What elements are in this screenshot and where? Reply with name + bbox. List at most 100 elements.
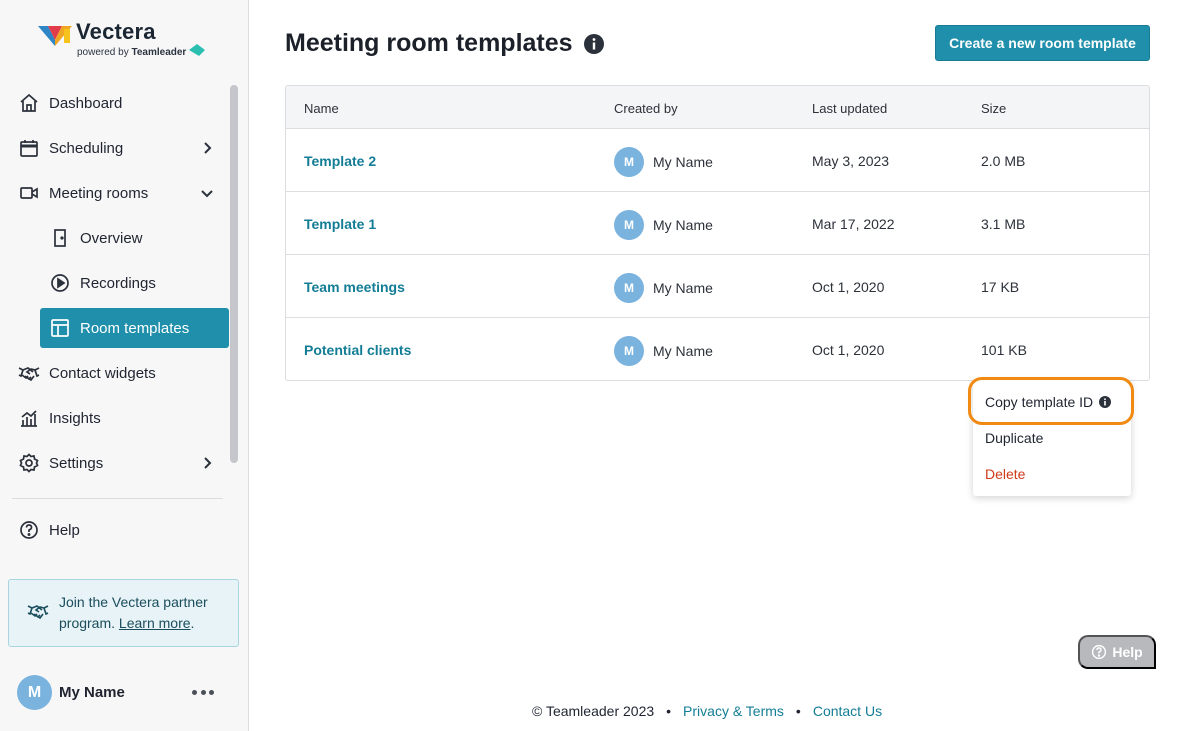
sidebar-item-overview[interactable]: Overview xyxy=(40,218,229,258)
handshake-icon xyxy=(18,362,40,384)
sidebar-item-label: Meeting rooms xyxy=(49,184,149,202)
handshake-icon xyxy=(25,601,51,626)
creator-name: My Name xyxy=(653,343,713,359)
powered-prefix: powered by xyxy=(77,47,129,58)
user-profile[interactable]: M My Name xyxy=(17,675,125,710)
table-row[interactable]: Template 1 M My Name Mar 17, 2022 3.1 MB xyxy=(286,192,1149,255)
creator: M My Name xyxy=(614,210,713,240)
avatar: M xyxy=(614,147,644,177)
learn-more-link[interactable]: Learn more xyxy=(119,615,191,631)
creator-name: My Name xyxy=(653,280,713,296)
contact-us-link[interactable]: Contact Us xyxy=(813,703,882,719)
sidebar-item-insights[interactable]: Insights xyxy=(12,398,229,438)
powered-name: Teamleader xyxy=(131,47,187,58)
template-name-link[interactable]: Potential clients xyxy=(304,342,411,358)
last-updated: Mar 17, 2022 xyxy=(812,216,895,232)
door-icon xyxy=(49,227,71,249)
table-header: Name Created by Last updated Size xyxy=(286,86,1149,129)
brand-powered-by: powered by Teamleader xyxy=(77,44,206,59)
duplicate-menu-item[interactable]: Duplicate xyxy=(985,430,1043,446)
sidebar-item-label: Settings xyxy=(49,454,104,472)
chevron-right-icon xyxy=(204,457,212,469)
page-title-text: Meeting room templates xyxy=(285,29,573,57)
creator: M My Name xyxy=(614,336,713,366)
sidebar-item-label: Overview xyxy=(80,229,143,247)
sidebar-item-label: Help xyxy=(49,521,80,539)
sidebar-item-meeting-rooms[interactable]: Meeting rooms xyxy=(12,173,229,213)
avatar: M xyxy=(614,336,644,366)
create-room-template-button[interactable]: Create a new room template xyxy=(935,25,1150,61)
partner-text: Join the Vectera partner program. Learn … xyxy=(59,592,238,634)
highlight-outline xyxy=(968,377,1134,425)
size: 3.1 MB xyxy=(981,216,1026,232)
main-content: Meeting room templates Create a new room… xyxy=(250,0,1183,731)
delete-menu-item[interactable]: Delete xyxy=(985,466,1025,482)
footer: © Teamleader 2023 • Privacy & Terms • Co… xyxy=(532,703,882,719)
sidebar-item-scheduling[interactable]: Scheduling xyxy=(12,128,229,168)
sidebar-item-label: Contact widgets xyxy=(49,364,156,382)
chevron-right-icon xyxy=(204,142,212,154)
home-icon xyxy=(18,92,40,114)
templates-table: Name Created by Last updated Size Templa… xyxy=(285,85,1150,381)
sidebar-scrollbar[interactable] xyxy=(230,85,238,463)
sidebar-item-settings[interactable]: Settings xyxy=(12,443,229,483)
layout-template-icon xyxy=(49,317,71,339)
table-row[interactable]: Template 2 M My Name May 3, 2023 2.0 MB xyxy=(286,129,1149,192)
sidebar-item-room-templates[interactable]: Room templates xyxy=(40,308,229,348)
help-widget-label: Help xyxy=(1112,644,1143,660)
partner-banner: Join the Vectera partner program. Learn … xyxy=(8,579,239,647)
sidebar-item-label: Insights xyxy=(49,409,101,427)
template-name-link[interactable]: Team meetings xyxy=(304,279,405,295)
gear-icon xyxy=(18,452,40,474)
sidebar-item-label: Recordings xyxy=(80,274,156,292)
creator-name: My Name xyxy=(653,217,713,233)
avatar: M xyxy=(614,210,644,240)
page-title: Meeting room templates xyxy=(285,29,604,58)
calendar-icon xyxy=(18,137,40,159)
privacy-terms-link[interactable]: Privacy & Terms xyxy=(683,703,784,719)
last-updated: Oct 1, 2020 xyxy=(812,279,885,295)
sidebar-item-help[interactable]: Help xyxy=(12,510,229,550)
table-row[interactable]: Potential clients M My Name Oct 1, 2020 … xyxy=(286,318,1149,380)
sidebar-item-recordings[interactable]: Recordings xyxy=(40,263,229,303)
question-circle-icon xyxy=(1092,644,1107,660)
avatar: M xyxy=(614,273,644,303)
last-updated: May 3, 2023 xyxy=(812,153,890,169)
sidebar-item-label: Dashboard xyxy=(49,94,123,112)
footer-separator: • xyxy=(666,703,672,719)
size: 2.0 MB xyxy=(981,153,1026,169)
video-camera-icon xyxy=(18,182,40,204)
avatar: M xyxy=(17,675,52,710)
column-header-size[interactable]: Size xyxy=(981,101,1006,116)
column-header-name[interactable]: Name xyxy=(304,101,339,116)
template-name-link[interactable]: Template 1 xyxy=(304,216,376,232)
copyright: © Teamleader 2023 xyxy=(532,703,655,719)
info-icon[interactable] xyxy=(583,33,604,54)
partner-period: . xyxy=(190,615,195,631)
teamleader-logo-icon xyxy=(189,44,206,56)
template-name-link[interactable]: Template 2 xyxy=(304,153,376,169)
size: 101 KB xyxy=(981,342,1027,358)
help-widget-button[interactable]: Help xyxy=(1078,635,1156,669)
creator-name: My Name xyxy=(653,154,713,170)
creator: M My Name xyxy=(614,147,713,177)
last-updated: Oct 1, 2020 xyxy=(812,342,885,358)
sidebar-item-label: Room templates xyxy=(80,319,190,337)
size: 17 KB xyxy=(981,279,1020,295)
sidebar-item-label: Scheduling xyxy=(49,139,124,157)
column-header-last-updated[interactable]: Last updated xyxy=(812,101,887,116)
sidebar-divider xyxy=(12,498,223,499)
vectera-logo[interactable]: Vectera powered by Teamleader xyxy=(38,20,206,60)
chart-icon xyxy=(18,407,40,429)
vectera-logo-icon xyxy=(38,26,72,46)
footer-separator: • xyxy=(795,703,801,719)
user-name: My Name xyxy=(59,684,125,701)
more-options-icon[interactable] xyxy=(192,690,214,696)
table-row[interactable]: Team meetings M My Name Oct 1, 2020 17 K… xyxy=(286,255,1149,318)
question-circle-icon xyxy=(18,519,40,541)
creator: M My Name xyxy=(614,273,713,303)
column-header-created-by[interactable]: Created by xyxy=(614,101,678,116)
play-circle-icon xyxy=(49,272,71,294)
sidebar-item-dashboard[interactable]: Dashboard xyxy=(12,83,229,123)
sidebar-item-contact-widgets[interactable]: Contact widgets xyxy=(12,353,229,393)
